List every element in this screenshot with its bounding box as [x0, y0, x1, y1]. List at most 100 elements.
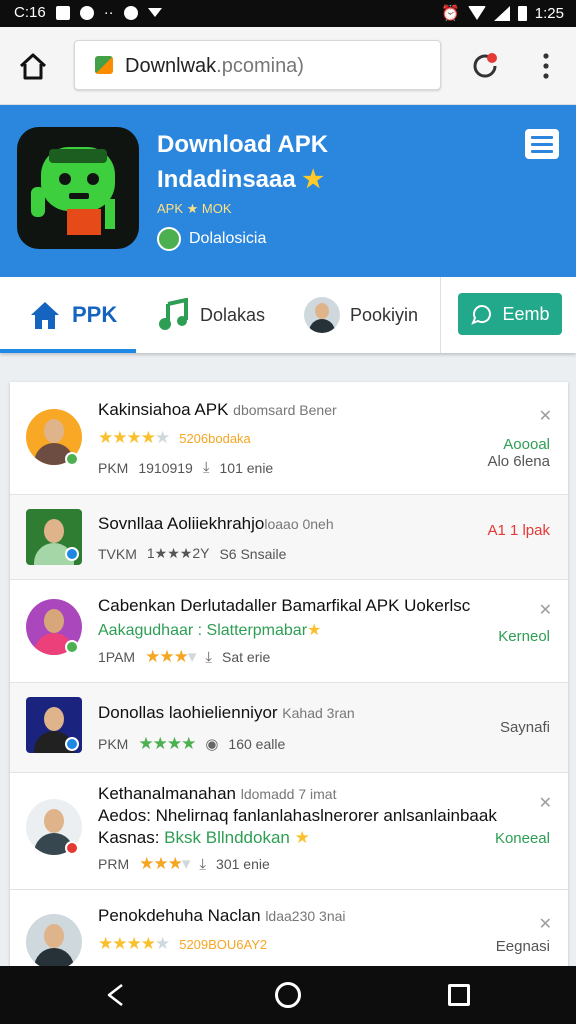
item-rating: ★★★★★ 5209BOU6AY2 [98, 934, 267, 954]
pinwheel-icon [79, 5, 94, 20]
list-item[interactable]: Cabenkan Derlutadaller Bamarfikal APK Uo… [10, 580, 568, 683]
download-icon: ⤓ [205, 648, 213, 666]
developer-name: Dolalosicia [189, 230, 267, 247]
item-title-text: Sovnllaa Aoliiekhrahjo [98, 514, 265, 533]
download-count: 101 enie [219, 459, 274, 476]
rating-text: 5206bodaka [179, 430, 251, 446]
star-icon: ★ [294, 828, 310, 847]
download-count: Sat erie [222, 649, 271, 665]
home-circle-icon[interactable] [275, 982, 301, 1008]
overflow-menu-icon[interactable] [536, 51, 556, 81]
item-status[interactable]: A1 1 lpak [487, 522, 550, 539]
status-label: Aoooal [503, 436, 550, 453]
item-meta: TVKM 1★★★2Y S6 Snsaile [98, 545, 286, 562]
item-rating: ★★★★★ 5206bodaka [98, 428, 251, 448]
item-title: Donollas laohielienniyor Kahad 3ran [98, 703, 355, 723]
item-status[interactable]: Koneeal [495, 830, 550, 847]
item-subtitle-text: Aakagudhaar : Slatterpmabar [98, 622, 308, 639]
avatar-face [315, 303, 329, 319]
battery-icon [517, 5, 527, 21]
url-bar[interactable]: Downlwak.pcomina) [74, 40, 441, 90]
url-rest: .pcomina) [216, 55, 304, 77]
item-title-sub: ldomadd 7 imat [240, 786, 337, 802]
url-text[interactable]: Downlwak.pcomina) [125, 55, 304, 78]
music-note-icon [159, 298, 188, 330]
tab-ppk[interactable]: PPK [28, 277, 117, 353]
app-list: Kakinsiahoa APK dbomsard Bener ★★★★★ 520… [10, 382, 568, 972]
rating-stars: ★★★★★ [98, 934, 170, 953]
tab-dolakas[interactable]: Dolakas [156, 277, 265, 353]
list-item[interactable]: Sovnllaa Aoliiekhrahjoloaao 0neh TVKM 1★… [10, 495, 568, 580]
rating-stars: ★★★▾ [145, 647, 196, 666]
tab-bar: PPK Dolakas Pookiyin Eemb [0, 277, 576, 353]
status-time: C:16 [14, 4, 46, 21]
close-icon[interactable]: ✕ [539, 914, 552, 934]
avatar-face [44, 707, 64, 731]
avatar-face [44, 609, 64, 633]
status-badge [65, 640, 79, 654]
meta-left: PRM [98, 856, 130, 872]
developer-link[interactable]: Dolalosicia [157, 227, 266, 251]
tab-label: Pookiyin [350, 304, 419, 325]
record-icon [123, 5, 138, 20]
recents-icon[interactable] [448, 984, 470, 1006]
status-badge [65, 547, 79, 561]
item-title: Cabenkan Derlutadaller Bamarfikal APK Uo… [98, 596, 471, 615]
photo-icon [55, 5, 70, 20]
back-icon[interactable] [104, 983, 128, 1007]
item-title-text: Kakinsiahoa APK [98, 400, 229, 419]
app-tag: APK ★ MOK [157, 201, 232, 216]
home-icon[interactable] [16, 49, 50, 83]
item-category: Kasnas: Bksk Bllnddokan ★ [98, 828, 310, 848]
home-icon [31, 302, 59, 329]
item-title: Kethanalmanahan ldomadd 7 imat [98, 784, 336, 804]
reload-icon[interactable] [468, 49, 502, 83]
tab-pookiyin[interactable]: Pookiyin [304, 277, 418, 353]
avatar [26, 914, 82, 970]
category-value: Bksk Bllnddokan [164, 828, 290, 847]
status-label: A1 1 lpak [487, 522, 550, 539]
app-subtitle: Indadinsaaa ★ [157, 165, 324, 194]
status-label: Koneeal [494, 830, 550, 847]
share-button[interactable]: Eemb [458, 293, 562, 335]
item-status[interactable]: Aoooal Alo 6lena [487, 436, 550, 470]
item-title: Sovnllaa Aoliiekhrahjoloaao 0neh [98, 514, 334, 534]
meta-left: TVKM [98, 545, 137, 562]
app-title: Download APK [157, 131, 329, 158]
share-label: Eemb [502, 303, 550, 324]
navigation-bar [0, 966, 576, 1024]
hamburger-menu-icon[interactable] [525, 129, 559, 159]
download-count: 160 ealle [228, 736, 286, 752]
close-icon[interactable]: ✕ [539, 793, 552, 813]
category-label: Kasnas: [98, 828, 160, 847]
status-badge [65, 737, 79, 751]
item-meta: PKM 1910919 ⤓ 101 enie [98, 459, 273, 476]
item-status[interactable]: Kerneol [498, 628, 550, 645]
item-title-sub: dbomsard Bener [233, 402, 337, 418]
dots-icon: ·· [103, 4, 114, 21]
item-status[interactable]: Saynafi [500, 719, 550, 736]
list-item[interactable]: Kakinsiahoa APK dbomsard Bener ★★★★★ 520… [10, 382, 568, 495]
meta-left: PKM [98, 736, 129, 752]
status-left: C:16 ·· [14, 4, 162, 21]
status-badge [65, 841, 79, 855]
app-hero: Download APK Indadinsaaa ★ APK ★ MOK Dol… [0, 105, 576, 277]
close-icon[interactable]: ✕ [539, 600, 552, 620]
list-item[interactable]: Donollas laohielienniyor Kahad 3ran PKM … [10, 683, 568, 773]
list-item[interactable]: Penokdehuha Naclan ldaa230 3nai ★★★★★ 52… [10, 890, 568, 972]
item-title-sub: loaao 0neh [264, 516, 334, 532]
active-tab-indicator [0, 349, 136, 353]
close-icon[interactable]: ✕ [539, 406, 552, 426]
item-meta: PKM ★★★★ ◉ 160 ealle [98, 734, 285, 754]
item-status[interactable]: Eegnasi [496, 938, 550, 955]
item-description: Aedos: Nhelirnaq fanlanlahaslnerorer anl… [98, 806, 497, 825]
list-item[interactable]: Kethanalmanahan ldomadd 7 imat Aedos: Nh… [10, 773, 568, 890]
item-title-text: Kethanalmanahan [98, 784, 237, 803]
status-badge [65, 452, 79, 466]
chat-bubble-icon [471, 305, 492, 325]
tab-label: Dolakas [200, 304, 266, 325]
rating-text: 5209BOU6AY2 [179, 936, 268, 952]
url-main: Downlwak [125, 55, 217, 77]
wifi-icon [467, 6, 486, 20]
download-icon: ⤓ [199, 855, 207, 873]
